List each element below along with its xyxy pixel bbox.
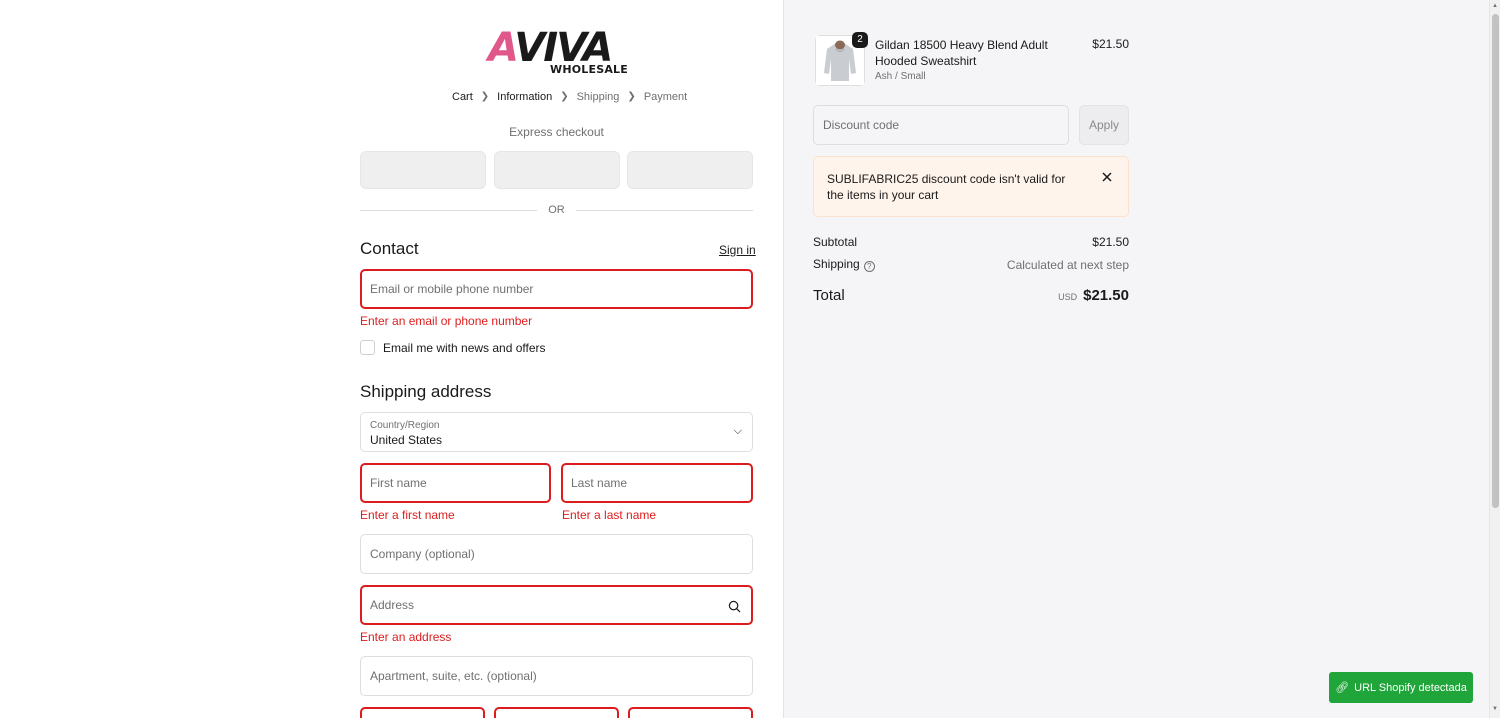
total-row: Total USD $21.50 [813, 287, 1129, 304]
or-divider: OR [360, 203, 753, 217]
discount-code-input[interactable]: Discount code [813, 105, 1069, 145]
express-pay-button-3[interactable] [627, 151, 753, 189]
search-icon [728, 600, 741, 613]
subtotal-value: $21.50 [1092, 235, 1129, 249]
apply-discount-button[interactable]: Apply [1079, 105, 1129, 145]
address-placeholder: Address [370, 598, 415, 612]
apartment-placeholder: Apartment, suite, etc. (optional) [370, 669, 537, 683]
logo-letter: A [488, 25, 516, 71]
subtotal-row: Subtotal $21.50 [813, 235, 1129, 249]
newsletter-checkbox[interactable] [360, 340, 375, 355]
scroll-thumb[interactable] [1492, 14, 1499, 508]
product-price: $21.50 [1092, 37, 1129, 51]
product-variant: Ash / Small [875, 71, 926, 82]
chevron-right-icon: ❯ [480, 91, 490, 102]
express-pay-button-1[interactable] [360, 151, 486, 189]
city-field[interactable] [360, 707, 485, 718]
product-name: Gildan 18500 Heavy Blend Adult Hooded Sw… [875, 38, 1048, 68]
express-pay-button-2[interactable] [494, 151, 620, 189]
discount-placeholder: Discount code [823, 118, 900, 132]
email-placeholder: Email or mobile phone number [370, 282, 534, 296]
checkout-main: AVIVA WHOLESALE Cart ❯ Information ❯ Shi… [0, 0, 783, 718]
chevron-down-icon: ⌵ [733, 425, 742, 437]
breadcrumb-cart[interactable]: Cart [452, 90, 473, 104]
breadcrumb-information: Information [497, 91, 553, 103]
help-icon[interactable]: ? [863, 261, 875, 272]
total-value: $21.50 [1083, 287, 1129, 304]
shipping-address-title: Shipping address [360, 382, 492, 401]
breadcrumb-shipping: Shipping [576, 91, 620, 103]
quantity-badge: 2 [852, 32, 868, 48]
subtotal-label: Subtotal [813, 235, 858, 249]
newsletter-label: Email me with news and offers [383, 340, 546, 355]
close-icon[interactable] [1100, 170, 1114, 184]
email-error: Enter an email or phone number [360, 314, 533, 328]
shipping-value: Calculated at next step [1006, 257, 1129, 272]
chevron-right-icon: ❯ [560, 91, 569, 102]
company-placeholder: Company (optional) [370, 547, 475, 561]
total-currency: USD [1058, 292, 1078, 302]
country-value: United States [370, 433, 443, 447]
breadcrumb-payment: Payment [643, 91, 688, 103]
aviva-logo[interactable]: AVIVA WHOLESALE [488, 28, 628, 80]
total-label: Total [813, 287, 845, 304]
first-name-placeholder: First name [370, 476, 427, 490]
scroll-down-icon[interactable]: ▼ [1492, 706, 1498, 712]
last-name-field[interactable]: Last name [561, 463, 753, 503]
state-field[interactable] [494, 707, 619, 718]
last-name-placeholder: Last name [571, 476, 628, 490]
shipping-row: Shipping? Calculated at next step [813, 257, 1129, 272]
logo-subtitle: WHOLESALE [550, 63, 628, 76]
address-field[interactable]: Address [360, 585, 753, 625]
address-error: Enter an address [360, 630, 452, 644]
email-field[interactable]: Email or mobile phone number [360, 269, 753, 309]
newsletter-row: Email me with news and offers [360, 340, 546, 355]
notice-text: SUBLIFABRIC25 discount code isn't valid … [827, 172, 1066, 202]
shopify-url-label: URL Shopify detectada [1354, 681, 1467, 694]
discount-error-notice: SUBLIFABRIC25 discount code isn't valid … [813, 156, 1129, 217]
zip-field[interactable] [628, 707, 753, 718]
first-name-error: Enter a first name [360, 508, 455, 522]
breadcrumb: Cart ❯ Information ❯ Shipping ❯ Payment [452, 90, 687, 104]
apartment-field[interactable]: Apartment, suite, etc. (optional) [360, 656, 753, 696]
link-icon: 🔗︎ [1335, 682, 1350, 694]
page-scrollbar[interactable]: ▲ ▼ [1489, 0, 1500, 718]
country-label: Country/Region [370, 420, 440, 431]
country-select[interactable]: Country/Region United States ⌵ [360, 412, 753, 452]
chevron-right-icon: ❯ [627, 91, 636, 102]
last-name-error: Enter a last name [562, 508, 657, 522]
first-name-field[interactable]: First name [360, 463, 551, 503]
scroll-up-icon[interactable]: ▲ [1492, 3, 1498, 9]
contact-title: Contact [360, 239, 419, 258]
shipping-label: Shipping [813, 257, 860, 271]
sign-in-link[interactable]: Sign in [719, 243, 756, 257]
company-field[interactable]: Company (optional) [360, 534, 753, 574]
express-checkout-label: Express checkout [509, 125, 604, 139]
shopify-url-detected-button[interactable]: 🔗︎ URL Shopify detectada [1329, 672, 1473, 703]
